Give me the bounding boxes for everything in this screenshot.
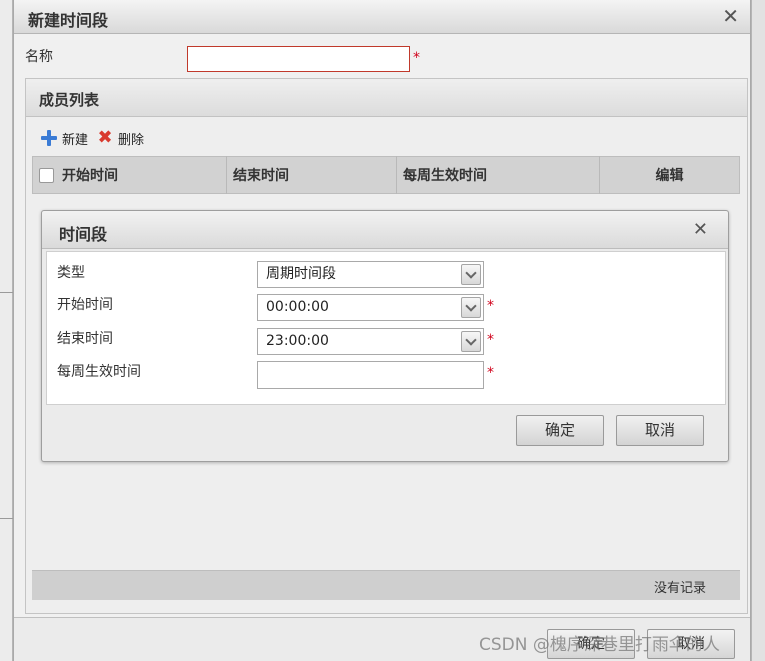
- new-button[interactable]: 新建: [40, 129, 88, 148]
- required-mark: *: [487, 365, 494, 381]
- column-label: 每周生效时间: [403, 168, 487, 184]
- inner-dialog-titlebar[interactable]: 时间段 ✕: [42, 211, 728, 249]
- member-toolbar: 新建 ✖ 删除: [40, 127, 152, 149]
- plus-icon: [40, 129, 58, 147]
- select-all-checkbox[interactable]: [39, 167, 54, 183]
- start-time-select[interactable]: 00:00:00: [257, 294, 484, 321]
- inner-cancel-button[interactable]: 取消: [616, 415, 704, 446]
- name-label: 名称: [25, 49, 53, 65]
- name-input[interactable]: [187, 46, 410, 72]
- background-divider: [0, 292, 13, 293]
- column-label: 开始时间: [62, 168, 118, 184]
- delete-icon: ✖: [97, 127, 113, 148]
- close-icon[interactable]: ✕: [693, 219, 708, 240]
- inner-ok-button[interactable]: 确定: [516, 415, 604, 446]
- background-divider: [0, 518, 13, 519]
- end-time-value: 23:00:00: [266, 333, 329, 349]
- column-start-time[interactable]: 开始时间: [33, 156, 227, 194]
- background-left-strip: [0, 0, 13, 661]
- type-select[interactable]: 周期时间段: [257, 261, 484, 288]
- required-mark: *: [487, 298, 494, 314]
- required-mark: *: [413, 50, 420, 66]
- grid-footer: 没有记录: [32, 570, 740, 600]
- column-label: 结束时间: [233, 168, 289, 184]
- background-right-strip: [751, 0, 765, 661]
- chevron-down-icon[interactable]: [461, 331, 481, 352]
- column-label: 编辑: [655, 168, 684, 184]
- close-icon[interactable]: ✕: [722, 4, 739, 28]
- weekly-effective-time-input[interactable]: [257, 361, 484, 389]
- column-weekly-effective-time[interactable]: 每周生效时间: [397, 156, 600, 194]
- type-label: 类型: [57, 265, 85, 281]
- weekly-effective-time-label: 每周生效时间: [57, 364, 141, 380]
- chevron-down-icon[interactable]: [461, 297, 481, 318]
- member-list-title: 成员列表: [39, 91, 100, 109]
- start-time-value: 00:00:00: [266, 299, 329, 315]
- dialog-title: 新建时间段: [28, 11, 109, 30]
- watermark-text: CSDN @槐序深巷里打雨伞的人: [479, 635, 720, 655]
- new-button-label: 新建: [62, 132, 89, 148]
- delete-button[interactable]: ✖ 删除: [96, 129, 144, 148]
- start-time-label: 开始时间: [57, 297, 113, 313]
- time-period-dialog: 时间段 ✕ 类型 周期时间段 开始时间 00:00:00 * 结束时间 23:0…: [41, 210, 729, 462]
- chevron-down-icon[interactable]: [461, 264, 481, 285]
- grid-header: 开始时间 结束时间 每周生效时间 编辑: [32, 156, 740, 194]
- column-end-time[interactable]: 结束时间: [227, 156, 397, 194]
- required-mark: *: [487, 332, 494, 348]
- empty-records-text: 没有记录: [653, 581, 706, 596]
- type-select-value: 周期时间段: [266, 266, 336, 282]
- end-time-label: 结束时间: [57, 331, 113, 347]
- end-time-select[interactable]: 23:00:00: [257, 328, 484, 355]
- dialog-titlebar[interactable]: 新建时间段 ✕: [14, 0, 750, 34]
- delete-button-label: 删除: [118, 132, 145, 148]
- column-edit[interactable]: 编辑: [600, 156, 739, 194]
- time-period-form: 类型 周期时间段 开始时间 00:00:00 * 结束时间 23:00:00 *…: [46, 251, 726, 405]
- inner-dialog-title: 时间段: [59, 225, 108, 244]
- member-list-header: 成员列表: [26, 79, 747, 117]
